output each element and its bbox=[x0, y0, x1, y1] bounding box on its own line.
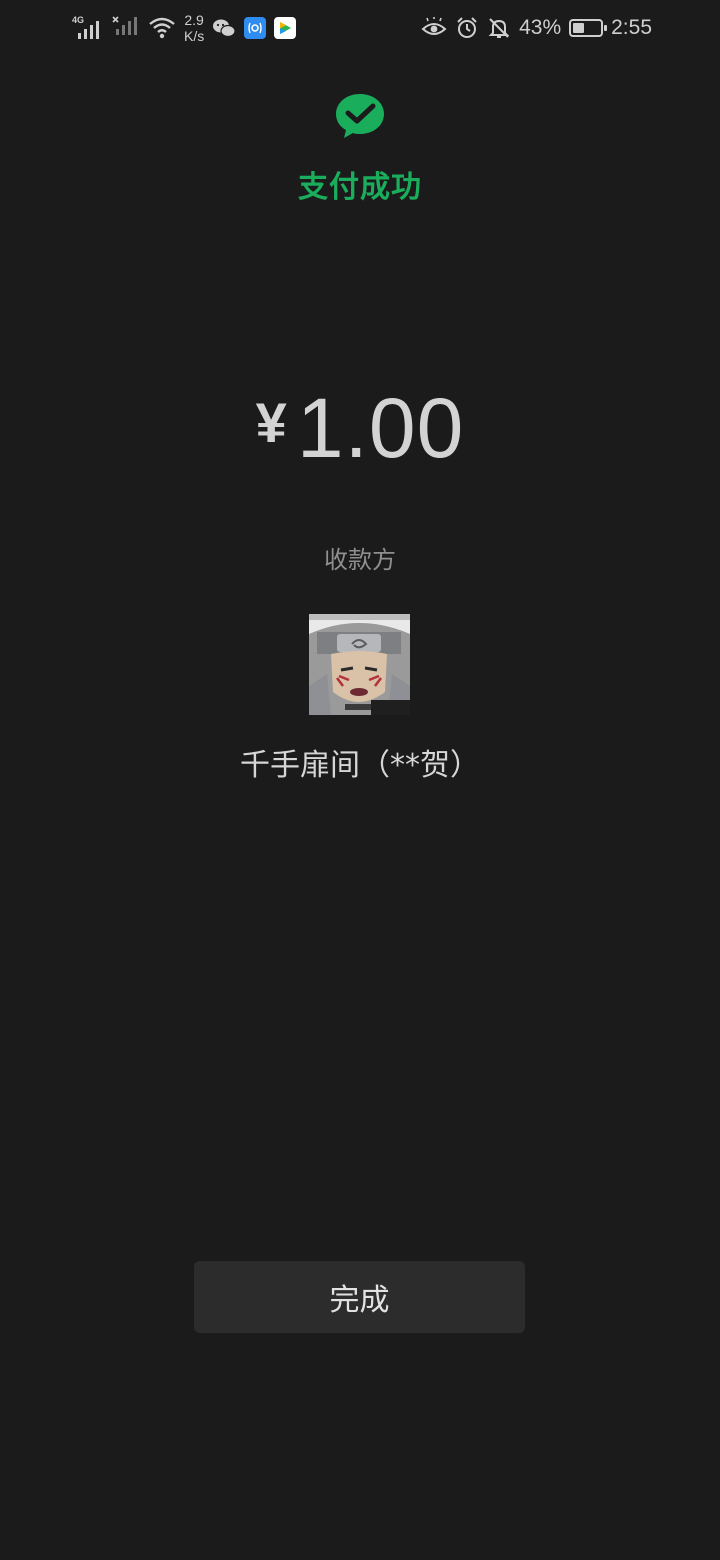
network-speed-value: 2.9 bbox=[184, 12, 204, 28]
battery-level-fill bbox=[573, 23, 585, 33]
eye-comfort-icon bbox=[421, 17, 447, 35]
app-blue-icon bbox=[244, 17, 267, 39]
video-player-icon bbox=[274, 17, 297, 39]
mute-bell-icon bbox=[488, 18, 510, 38]
clock: 2:55 bbox=[611, 16, 652, 39]
status-bar-right: 43% 2:55 bbox=[421, 10, 652, 46]
status-bar-left: 4G 2.9 K/s bbox=[72, 10, 297, 46]
network-speed-unit: K/s bbox=[184, 28, 205, 44]
status-bar: 4G 2.9 K/s 43% 2:55 bbox=[0, 0, 720, 56]
payment-amount: ¥1.00 bbox=[0, 380, 720, 477]
network-speed: 2.9 K/s bbox=[184, 12, 204, 44]
currency-symbol: ¥ bbox=[255, 391, 287, 454]
signal-no-sim-icon bbox=[110, 15, 140, 41]
payee-name: 千手扉间（**贺） bbox=[240, 748, 480, 783]
battery-icon bbox=[569, 19, 608, 37]
done-button[interactable]: 完成 bbox=[194, 1261, 525, 1333]
battery-percent: 43% bbox=[519, 16, 562, 39]
alarm-icon bbox=[457, 17, 477, 38]
amount-value: 1.00 bbox=[296, 381, 465, 475]
payee-label: 收款方 bbox=[324, 546, 396, 574]
wechat-pay-check-icon bbox=[336, 94, 384, 138]
signal-4g-icon: 4G bbox=[72, 15, 102, 41]
payment-success-title: 支付成功 bbox=[298, 170, 422, 205]
wifi-icon bbox=[149, 17, 175, 39]
wechat-icon bbox=[213, 19, 236, 38]
payee-avatar bbox=[309, 614, 410, 715]
